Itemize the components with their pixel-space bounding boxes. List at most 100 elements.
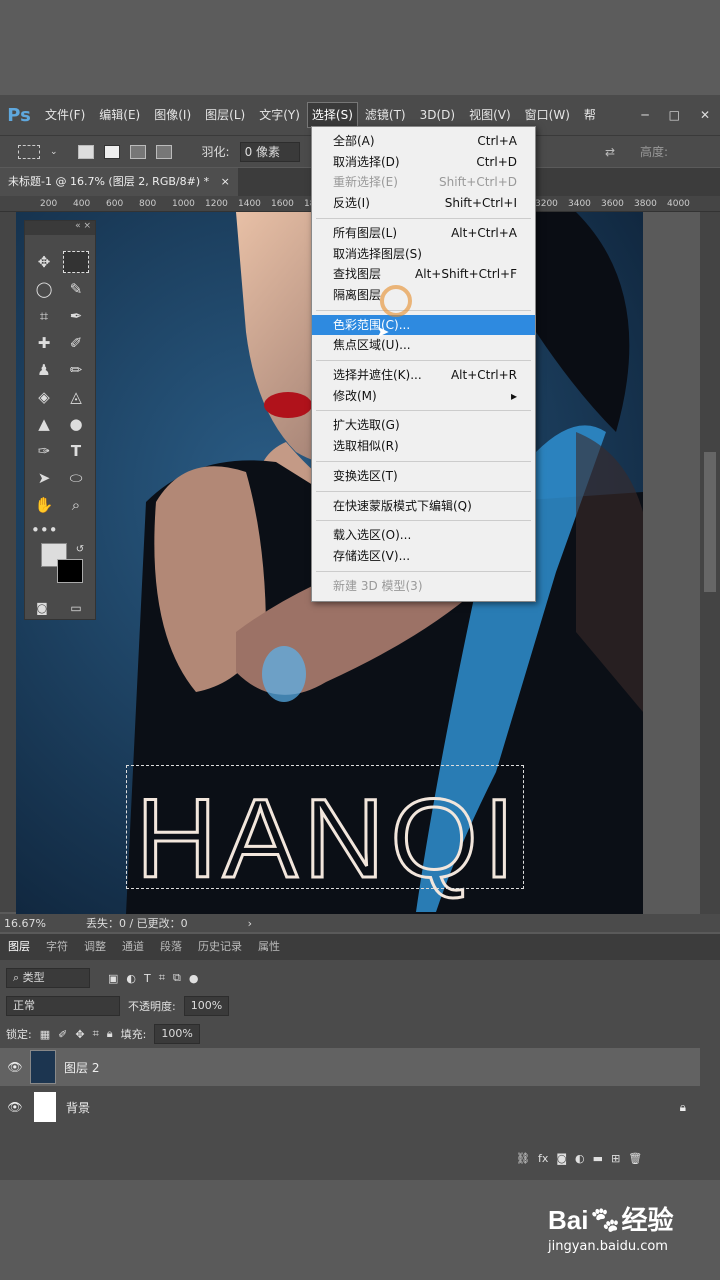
type-tool-icon[interactable]: T [63,440,89,462]
menu-item-5[interactable]: 选择(S) [306,102,358,128]
pen-tool-icon[interactable]: ✑ [31,440,57,462]
adjustment-filter-icon[interactable]: ◐ [126,972,136,985]
status-arrow-icon[interactable]: › [248,917,252,930]
minimize-icon[interactable]: ─ [641,108,648,122]
dodge-tool-icon[interactable]: ● [63,413,89,435]
menu-option-16[interactable]: 载入选区(O)... [312,525,535,545]
menu-item-0[interactable]: 文件(F) [38,95,92,135]
swap-colors-icon[interactable]: ↺ [67,539,93,561]
pixel-filter-icon[interactable]: ▣ [108,972,118,985]
menu-option-2[interactable]: 重新选择(E) Shift+Ctrl+D [312,172,535,192]
vertical-scrollbar[interactable] [700,212,720,914]
panel-tab-3[interactable]: 通道 [114,934,152,960]
menu-option-4[interactable]: 所有图层(L) Alt+Ctrl+A [312,223,535,243]
menu-option-5[interactable]: 取消选择图层(S) [312,244,535,264]
crop-tool-icon[interactable]: ⌗ [31,305,57,327]
filter-toggle-icon[interactable]: ● [189,972,199,985]
marquee-preset-icon[interactable] [18,144,40,159]
layer-name[interactable]: 图层 2 [64,1059,99,1076]
trash-icon[interactable]: 🗑︎ [628,1152,642,1165]
fill-field[interactable]: 100% [154,1024,200,1044]
menu-option-15[interactable]: 在快速蒙版模式下编辑(Q) [312,496,535,516]
menu-option-13[interactable]: 选取相似(R) [312,436,535,456]
panel-tab-1[interactable]: 字符 [38,934,76,960]
panel-tab-6[interactable]: 属性 [250,934,288,960]
menu-item-10[interactable]: 帮 [577,95,603,135]
layer-row-layer2[interactable]: 👁︎ 图层 2 [0,1048,700,1086]
screen-mode-icon[interactable]: ▭ [63,597,89,619]
marquee-selection[interactable] [126,765,524,889]
panel-tab-4[interactable]: 段落 [152,934,190,960]
menu-option-3[interactable]: 反选(I) Shift+Ctrl+I [312,193,535,213]
menu-option-12[interactable]: 扩大选取(G) [312,415,535,435]
lock-position-icon[interactable]: ✥ [75,1028,84,1041]
panel-tab-0[interactable]: 图层 [0,934,38,960]
layer-row-background[interactable]: 👁︎ 背景 🔒︎ [0,1088,700,1126]
smart-filter-icon[interactable]: ⧉ [173,971,181,985]
panel-tab-5[interactable]: 历史记录 [190,934,250,960]
path-select-icon[interactable]: ➤ [31,467,57,489]
hand-tool-icon[interactable]: ✋ [31,494,57,516]
blend-mode-select[interactable]: 正常 [6,996,120,1016]
quick-select-tool-icon[interactable]: ✎ [63,278,89,300]
menu-item-1[interactable]: 编辑(E) [92,95,147,135]
opacity-field[interactable]: 100% [183,996,230,1016]
subtract-selection-icon[interactable] [129,144,146,159]
more-tools-icon[interactable]: ••• [31,519,58,541]
group-folder-icon[interactable]: ▬ [593,1152,603,1165]
scroll-thumb[interactable] [704,452,716,592]
menu-option-7[interactable]: 隔离图层 [312,285,535,305]
menu-option-6[interactable]: 查找图层 Alt+Shift+Ctrl+F [312,264,535,284]
type-filter-icon[interactable]: T [144,972,151,985]
menu-option-18[interactable]: 新建 3D 模型(3) [312,576,535,596]
add-mask-icon[interactable]: ◙ [556,1152,567,1165]
quick-mask-icon[interactable]: ◙ [29,597,55,619]
fx-icon[interactable]: fx [538,1152,548,1165]
eyedropper-tool-icon[interactable]: ✒ [63,305,89,327]
zoom-tool-icon[interactable]: ⌕ [63,494,89,516]
marquee-tool-icon[interactable] [63,251,89,273]
menu-item-3[interactable]: 图层(L) [198,95,252,135]
menu-option-0[interactable]: 全部(A) Ctrl+A [312,131,535,151]
background-color-swatch[interactable] [57,559,83,583]
close-window-icon[interactable]: ✕ [700,108,710,122]
blur-tool-icon[interactable]: ▲ [31,413,57,435]
menu-option-10[interactable]: 选择并遮住(K)... Alt+Ctrl+R [312,365,535,385]
filter-type-select[interactable]: ⌕ 类型 [6,968,90,988]
eraser-tool-icon[interactable]: ◈ [31,386,57,408]
lock-pixels-icon[interactable]: ✐ [58,1028,67,1041]
menu-item-4[interactable]: 文字(Y) [252,95,307,135]
menu-option-1[interactable]: 取消选择(D) Ctrl+D [312,152,535,172]
visibility-eye-icon[interactable]: 👁︎ [0,1060,30,1074]
brush-tool-icon[interactable]: ✐ [63,332,89,354]
maximize-icon[interactable]: □ [669,108,680,122]
shape-tool-icon[interactable]: ⬭ [63,467,89,489]
feather-field[interactable]: 0 像素 [239,141,300,162]
adjustment-layer-icon[interactable]: ◐ [575,1152,585,1165]
document-tab[interactable]: 未标题-1 @ 16.7% (图层 2, RGB/8#) * × [0,168,238,196]
swap-icon[interactable]: ⇄ [605,145,615,159]
menu-option-11[interactable]: 修改(M) ▸ [312,386,535,406]
healing-tool-icon[interactable]: ✚ [31,332,57,354]
lock-all-icon[interactable]: 🔒︎ [107,1027,113,1041]
layer-name[interactable]: 背景 [66,1099,90,1116]
tab-close-icon[interactable]: × [221,175,230,188]
zoom-level[interactable]: 16.67% [4,917,46,930]
menu-option-8[interactable]: 色彩范围(C)... [312,314,535,335]
move-tool-icon[interactable]: ✥ [31,251,57,273]
menu-option-17[interactable]: 存储选区(V)... [312,546,535,566]
bucket-tool-icon[interactable]: ◬ [63,386,89,408]
stamp-tool-icon[interactable]: ♟ [31,359,57,381]
menu-item-2[interactable]: 图像(I) [147,95,198,135]
lasso-tool-icon[interactable]: ◯ [31,278,57,300]
menu-option-9[interactable]: 焦点区域(U)... [312,335,535,355]
lock-transparency-icon[interactable]: ▦ [40,1028,50,1041]
visibility-eye-icon[interactable]: 👁︎ [0,1100,30,1114]
shape-filter-icon[interactable]: ⌗ [159,971,165,985]
link-layers-icon[interactable]: ⛓ [516,1152,530,1165]
panel-tab-2[interactable]: 调整 [76,934,114,960]
intersect-selection-icon[interactable] [155,144,172,159]
menu-option-14[interactable]: 变换选区(T) [312,466,535,486]
new-layer-icon[interactable]: ⊞ [611,1152,620,1165]
new-selection-icon[interactable] [77,144,94,159]
